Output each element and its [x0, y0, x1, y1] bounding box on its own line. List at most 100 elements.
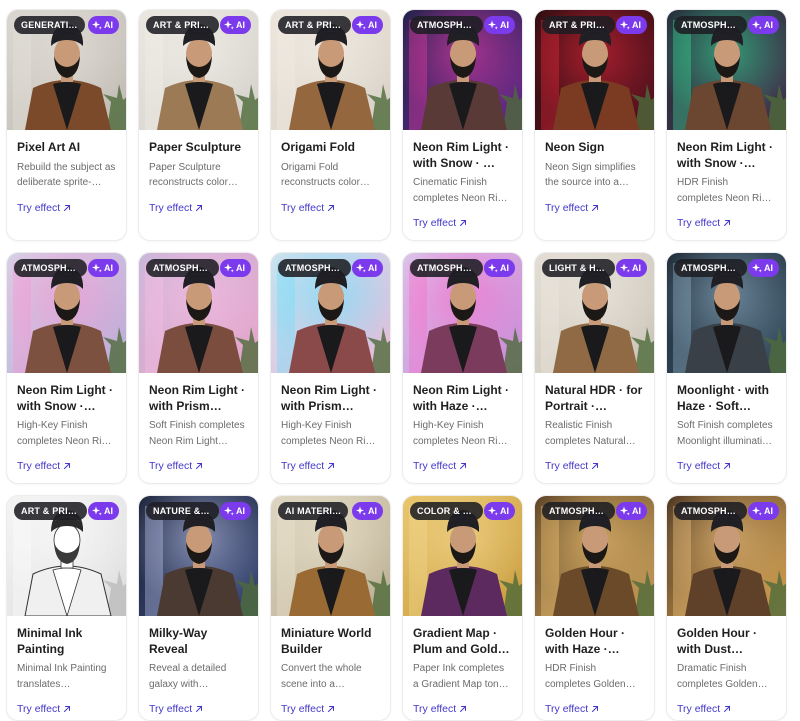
- try-effect-link[interactable]: Try effect: [545, 703, 599, 715]
- effect-description: Realistic Finish completes Natural…: [545, 420, 636, 447]
- effect-thumbnail[interactable]: ART & PRINT AI: [7, 496, 126, 616]
- ai-label: AI: [236, 20, 245, 30]
- effect-thumbnail[interactable]: ATMOSPHE… AI: [271, 253, 390, 373]
- try-effect-link[interactable]: Try effect: [149, 460, 203, 472]
- try-effect-link[interactable]: Try effect: [545, 460, 599, 472]
- effect-thumbnail[interactable]: ATMOSPHE… AI: [667, 253, 786, 373]
- ai-label: AI: [236, 263, 245, 273]
- effect-thumbnail[interactable]: COLOR & TONE AI: [403, 496, 522, 616]
- arrow-up-right-icon: [196, 204, 203, 211]
- try-effect-label: Try effect: [677, 703, 721, 715]
- ai-label: AI: [500, 506, 509, 516]
- try-effect-label: Try effect: [281, 460, 325, 472]
- effect-card[interactable]: COLOR & TONE AI Gradient Map · Plum and …: [402, 495, 523, 721]
- category-badge: ATMOSPHE…: [14, 259, 87, 277]
- effect-thumbnail[interactable]: ART & PRINT AI: [139, 10, 258, 130]
- try-effect-link[interactable]: Try effect: [677, 460, 731, 472]
- effect-thumbnail[interactable]: ATMOSPHE… AI: [7, 253, 126, 373]
- try-effect-link[interactable]: Try effect: [149, 703, 203, 715]
- effect-card[interactable]: NATURE & … AI Milky-Way Reveal Reveal a …: [138, 495, 259, 721]
- effect-title: Neon Rim Light · with Prism Light…: [149, 383, 245, 413]
- arrow-up-right-icon: [460, 220, 467, 226]
- ai-badge: AI: [352, 259, 383, 277]
- effect-title: Gradient Map · Plum and Gold · …: [413, 626, 505, 656]
- try-effect-link[interactable]: Try effect: [17, 202, 71, 214]
- effect-card[interactable]: ART & PRINT AI Minimal Ink Painting Mini…: [6, 495, 127, 721]
- category-badge: ART & PRINT: [14, 502, 87, 520]
- try-effect-link[interactable]: Try effect: [413, 217, 467, 229]
- try-effect-link[interactable]: Try effect: [677, 217, 731, 229]
- effect-card[interactable]: ATMOSPHE… AI Neon Rim Light · with Haze …: [402, 252, 523, 484]
- category-badge: ART & PRINT: [146, 16, 219, 34]
- effect-thumbnail[interactable]: AI MATERI… AI: [271, 496, 390, 616]
- sparkle-icon: [224, 263, 234, 273]
- ai-badge: AI: [220, 259, 251, 277]
- try-effect-label: Try effect: [281, 201, 325, 214]
- ai-badge: AI: [616, 16, 647, 34]
- try-effect-link[interactable]: Try effect: [281, 703, 335, 715]
- try-effect-label: Try effect: [149, 460, 193, 472]
- arrow-up-right-icon: [328, 204, 335, 211]
- category-badge: ATMOSPHE…: [410, 259, 483, 277]
- ai-badge: AI: [484, 502, 515, 520]
- sparkle-icon: [752, 20, 762, 30]
- try-effect-link[interactable]: Try effect: [281, 202, 335, 214]
- category-badge: ATMOSPHE…: [278, 259, 351, 277]
- try-effect-label: Try effect: [413, 703, 457, 715]
- effect-thumbnail[interactable]: ATMOSPHE… AI: [403, 10, 522, 130]
- effect-card[interactable]: ATMOSPHE… AI Neon Rim Light · with Snow …: [6, 252, 127, 484]
- try-effect-link[interactable]: Try effect: [149, 202, 203, 214]
- ai-badge: AI: [484, 259, 515, 277]
- sparkle-icon: [488, 20, 498, 30]
- effect-description: Paper Sculpture reconstructs color…: [149, 161, 238, 189]
- effect-thumbnail[interactable]: LIGHT & HDR AI: [535, 253, 654, 373]
- effect-card[interactable]: ATMOSPHE… AI Neon Rim Light · with Prism…: [270, 252, 391, 484]
- category-badge: ATMOSPHE…: [542, 502, 615, 520]
- sparkle-icon: [488, 506, 498, 516]
- sparkle-icon: [752, 263, 762, 273]
- try-effect-link[interactable]: Try effect: [545, 202, 599, 214]
- try-effect-link[interactable]: Try effect: [17, 460, 71, 472]
- effect-card[interactable]: ATMOSPHE… AI Golden Hour · with Dust Mot…: [666, 495, 787, 721]
- effect-thumbnail[interactable]: ATMOSPHE… AI: [667, 10, 786, 130]
- effect-card[interactable]: AI MATERI… AI Miniature World Builder Co…: [270, 495, 391, 721]
- effect-thumbnail[interactable]: GENERATI… AI: [7, 10, 126, 130]
- effect-card[interactable]: ATMOSPHE… AI Neon Rim Light · with Snow …: [666, 9, 787, 241]
- arrow-up-right-icon: [592, 706, 599, 712]
- effect-card[interactable]: ART & PRINT AI Paper Sculpture Paper Scu…: [138, 9, 259, 241]
- effect-card[interactable]: ATMOSPHE… AI Golden Hour · with Haze · H…: [534, 495, 655, 721]
- arrow-up-right-icon: [592, 463, 599, 469]
- effect-card[interactable]: ART & PRINT AI Neon Sign Neon Sign simpl…: [534, 9, 655, 241]
- effect-card[interactable]: GENERATI… AI Pixel Art AI Rebuild the su…: [6, 9, 127, 241]
- try-effect-link[interactable]: Try effect: [677, 703, 731, 715]
- effect-card[interactable]: ATMOSPHE… AI Neon Rim Light · with Prism…: [138, 252, 259, 484]
- effect-thumbnail[interactable]: ATMOSPHE… AI: [139, 253, 258, 373]
- ai-badge: AI: [220, 16, 251, 34]
- sparkle-icon: [488, 263, 498, 273]
- effect-thumbnail[interactable]: ATMOSPHE… AI: [535, 496, 654, 616]
- try-effect-label: Try effect: [677, 217, 721, 229]
- try-effect-link[interactable]: Try effect: [413, 460, 467, 472]
- effect-card[interactable]: ART & PRINT AI Origami Fold Origami Fold…: [270, 9, 391, 241]
- effect-thumbnail[interactable]: ATMOSPHE… AI: [667, 496, 786, 616]
- effect-thumbnail[interactable]: ATMOSPHE… AI: [403, 253, 522, 373]
- effect-card[interactable]: LIGHT & HDR AI Natural HDR · for Portrai…: [534, 252, 655, 484]
- effect-title: Milky-Way Reveal: [149, 626, 208, 656]
- sparkle-icon: [92, 506, 102, 516]
- category-badge: ATMOSPHE…: [674, 259, 747, 277]
- try-effect-link[interactable]: Try effect: [17, 703, 71, 715]
- effect-thumbnail[interactable]: ART & PRINT AI: [271, 10, 390, 130]
- effect-card[interactable]: ATMOSPHE… AI Neon Rim Light · with Snow …: [402, 9, 523, 241]
- arrow-up-right-icon: [328, 706, 335, 712]
- effect-title: Neon Rim Light · with Haze · High…: [413, 383, 509, 413]
- effects-grid: GENERATI… AI Pixel Art AI Rebuild the su…: [6, 9, 788, 721]
- ai-badge: AI: [352, 16, 383, 34]
- category-badge: ATMOSPHE…: [410, 16, 483, 34]
- try-effect-link[interactable]: Try effect: [281, 460, 335, 472]
- effect-thumbnail[interactable]: NATURE & … AI: [139, 496, 258, 616]
- ai-label: AI: [104, 263, 113, 273]
- effect-card[interactable]: ATMOSPHE… AI Moonlight · with Haze · Sof…: [666, 252, 787, 484]
- ai-label: AI: [764, 263, 773, 273]
- effect-thumbnail[interactable]: ART & PRINT AI: [535, 10, 654, 130]
- try-effect-link[interactable]: Try effect: [413, 703, 467, 715]
